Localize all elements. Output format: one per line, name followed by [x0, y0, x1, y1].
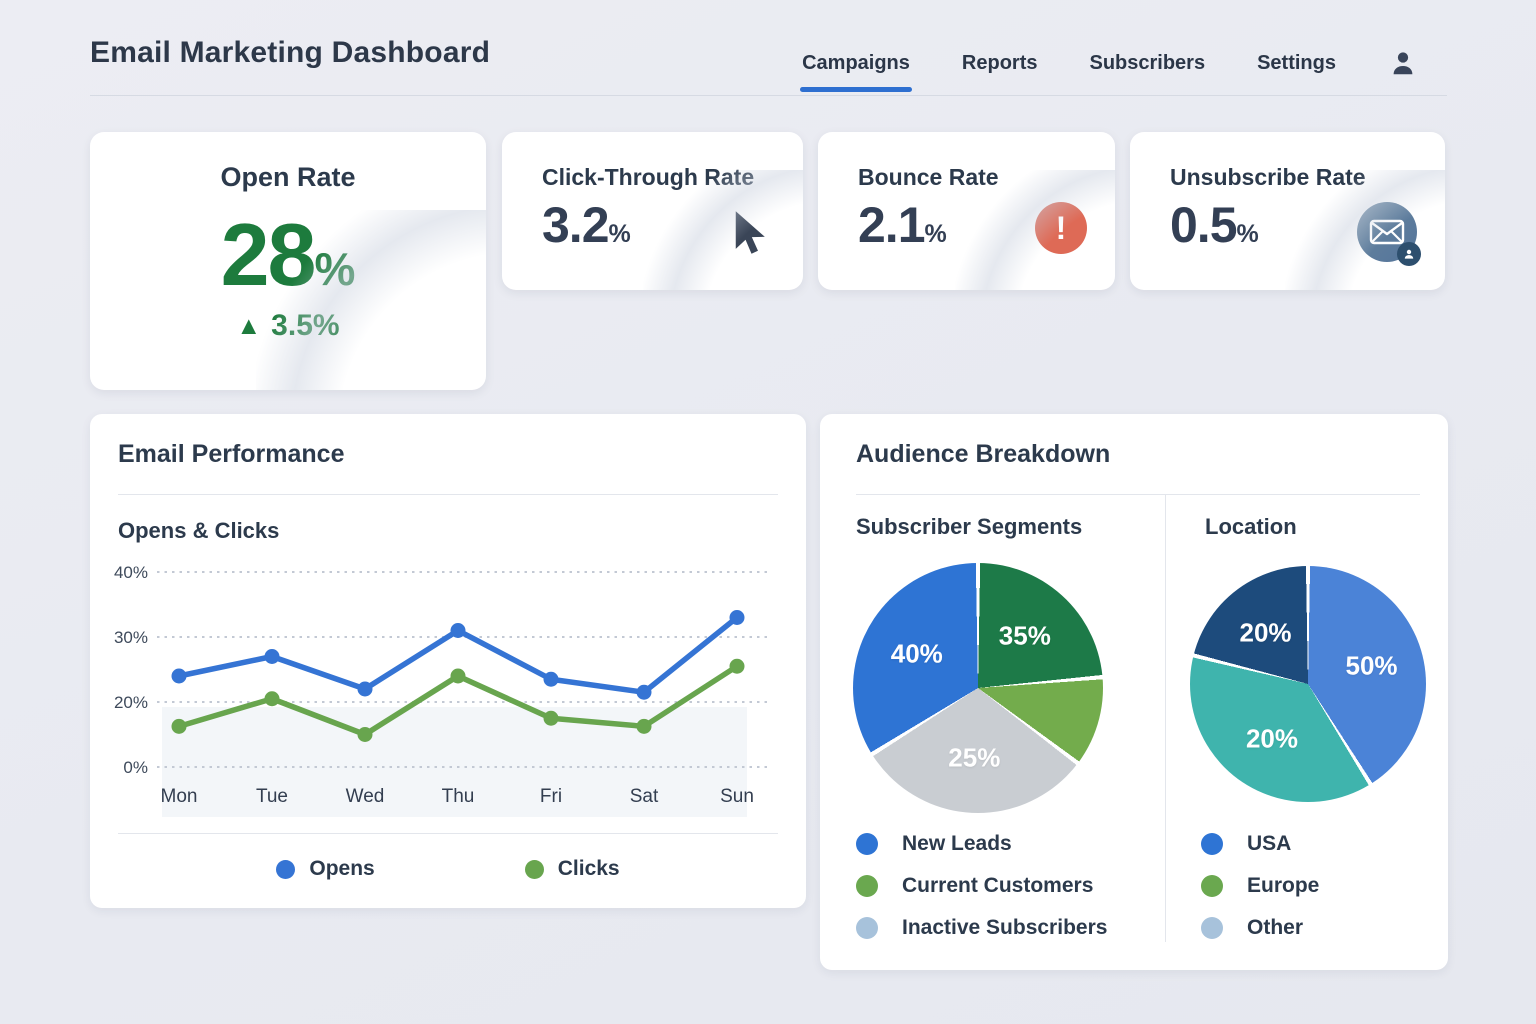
- clicks-legend-dot: [525, 860, 544, 879]
- svg-text:Sun: Sun: [720, 786, 754, 807]
- audience-breakdown-panel: Audience Breakdown Subscriber Segments L…: [820, 414, 1448, 970]
- divider: [118, 494, 778, 495]
- stat-value: 2.1%: [858, 198, 947, 253]
- inactive-subscribers-legend-dot: [856, 917, 878, 939]
- panel-title: Audience Breakdown: [856, 440, 1110, 469]
- stat-title: Unsubscribe Rate: [1170, 164, 1366, 191]
- new-leads-legend-dot: [856, 833, 878, 855]
- svg-text:40%: 40%: [114, 563, 148, 582]
- nav-subscribers[interactable]: Subscribers: [1089, 52, 1205, 75]
- legend-item-clicks: Clicks: [525, 857, 620, 881]
- segments-legend: New Leads Current Customers Inactive Sub…: [856, 832, 1107, 940]
- svg-text:Thu: Thu: [442, 786, 475, 807]
- pie-slice-label: 35%: [999, 620, 1051, 651]
- user-avatar-icon[interactable]: [1388, 48, 1418, 78]
- header-divider: [90, 95, 1447, 96]
- chart-legend: Opens Clicks: [90, 857, 806, 881]
- pie-slice-label: 50%: [1345, 650, 1397, 681]
- stat-title: Open Rate: [90, 162, 486, 193]
- svg-text:Wed: Wed: [346, 786, 385, 807]
- location-pie-chart: 50% 20% 20%: [1190, 566, 1426, 802]
- stat-title: Click-Through Rate: [542, 164, 754, 191]
- email-performance-panel: Email Performance Opens & Clicks 40% 30% 2…: [90, 414, 806, 908]
- pie-slice-label: 25%: [948, 742, 1000, 773]
- stat-delta: ▲ 3.5%: [90, 309, 486, 343]
- divider: [856, 494, 1420, 495]
- delta-value: 3.5%: [271, 309, 339, 343]
- nav-settings[interactable]: Settings: [1257, 52, 1336, 75]
- location-header: Location: [1205, 514, 1297, 540]
- stat-card-open-rate: Open Rate 28% ▲ 3.5%: [90, 132, 486, 390]
- nav-reports[interactable]: Reports: [962, 52, 1038, 75]
- panel-title: Email Performance: [118, 440, 345, 469]
- legend-item-other: Other: [1201, 916, 1319, 940]
- location-legend: USA Europe Other: [1201, 832, 1319, 940]
- chart-subtitle: Opens & Clicks: [118, 518, 279, 544]
- stat-card-unsubscribe-rate: Unsubscribe Rate 0.5%: [1130, 132, 1445, 290]
- legend-item-inactive-subscribers: Inactive Subscribers: [856, 916, 1107, 940]
- pie-slice-label: 40%: [891, 639, 943, 670]
- svg-text:Tue: Tue: [256, 786, 288, 807]
- unsubscribe-badge-icon: [1397, 242, 1421, 266]
- cursor-pointer-icon: [727, 208, 769, 260]
- svg-text:Fri: Fri: [540, 786, 562, 807]
- europe-legend-dot: [1201, 875, 1223, 897]
- page-title: Email Marketing Dashboard: [90, 36, 490, 70]
- svg-text:Sat: Sat: [630, 786, 659, 807]
- column-divider: [1165, 494, 1166, 942]
- stat-value: 28%: [90, 211, 486, 299]
- svg-text:30%: 30%: [114, 628, 148, 647]
- nav-campaigns[interactable]: Campaigns: [802, 52, 910, 75]
- email-marketing-dashboard: Email Marketing Dashboard Campaigns Repo…: [0, 0, 1536, 1024]
- stat-card-bounce-rate: Bounce Rate 2.1% !: [818, 132, 1115, 290]
- up-triangle-icon: ▲: [236, 314, 261, 339]
- legend-item-europe: Europe: [1201, 874, 1319, 898]
- unsubscribe-envelope-icon: [1357, 202, 1417, 262]
- opens-legend-dot: [276, 860, 295, 879]
- stat-title: Bounce Rate: [858, 164, 999, 191]
- legend-item-opens: Opens: [276, 857, 374, 881]
- segments-header: Subscriber Segments: [856, 514, 1082, 540]
- subscriber-segments-pie-chart: 35% 25% 40%: [853, 563, 1103, 813]
- stat-value: 3.2%: [542, 198, 631, 253]
- svg-text:20%: 20%: [114, 693, 148, 712]
- other-legend-dot: [1201, 917, 1223, 939]
- svg-text:Mon: Mon: [161, 786, 198, 807]
- legend-item-current-customers: Current Customers: [856, 874, 1107, 898]
- legend-item-usa: USA: [1201, 832, 1319, 856]
- stat-value: 0.5%: [1170, 198, 1259, 253]
- legend-item-new-leads: New Leads: [856, 832, 1107, 856]
- stat-card-click-through-rate: Click-Through Rate 3.2%: [502, 132, 803, 290]
- divider: [118, 833, 778, 834]
- current-customers-legend-dot: [856, 875, 878, 897]
- pie-slice-label: 20%: [1239, 618, 1291, 649]
- alert-icon: !: [1035, 202, 1087, 254]
- svg-text:0%: 0%: [123, 758, 148, 777]
- usa-legend-dot: [1201, 833, 1223, 855]
- pie-slice-label: 20%: [1246, 724, 1298, 755]
- opens-clicks-line-chart: 40% 30% 20% 0% Mon Tue Wed Thu Fri Sat Sun: [90, 554, 806, 824]
- top-nav: Campaigns Reports Subscribers Settings: [802, 48, 1418, 78]
